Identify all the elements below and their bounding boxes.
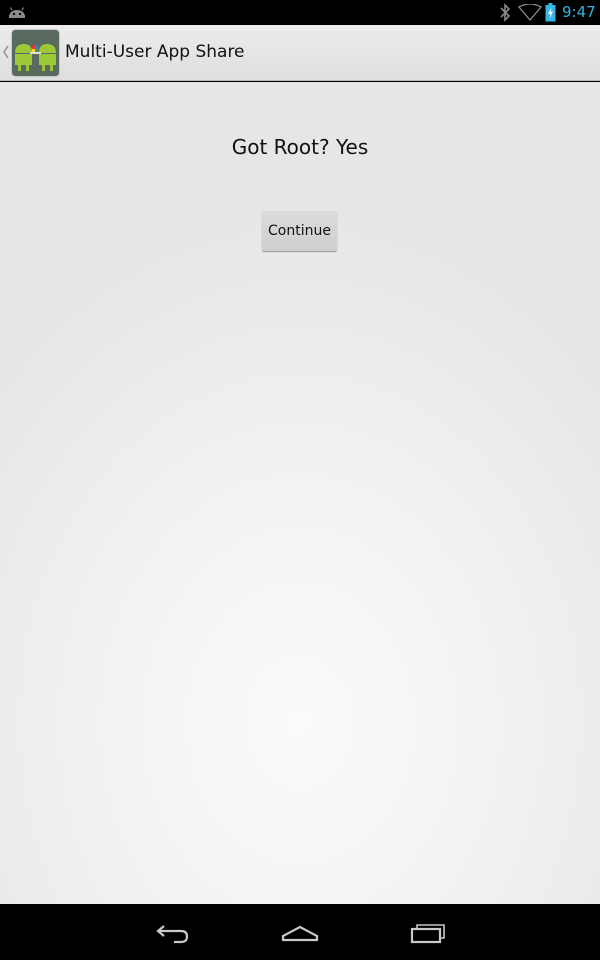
android-notification-icon xyxy=(9,7,25,18)
back-icon[interactable] xyxy=(154,918,190,946)
continue-button[interactable]: Continue xyxy=(262,211,337,251)
up-caret-icon[interactable] xyxy=(2,44,10,60)
screen: 9:47 Multi-User App Share Got Root? Yes … xyxy=(0,0,600,960)
app-launcher-icon[interactable] xyxy=(11,29,60,77)
root-status-text: Got Root? Yes xyxy=(231,135,369,159)
battery-charging-icon xyxy=(545,3,556,22)
recents-icon[interactable] xyxy=(409,918,447,946)
main-content: Got Root? Yes Continue xyxy=(0,82,600,904)
bluetooth-icon xyxy=(500,3,511,22)
action-bar: Multi-User App Share xyxy=(0,25,600,81)
status-bar: 9:47 xyxy=(0,0,600,25)
status-clock: 9:47 xyxy=(562,3,596,21)
app-title: Multi-User App Share xyxy=(65,42,245,62)
wifi-icon xyxy=(518,4,542,21)
home-icon[interactable] xyxy=(281,918,319,946)
navigation-bar xyxy=(0,904,600,960)
